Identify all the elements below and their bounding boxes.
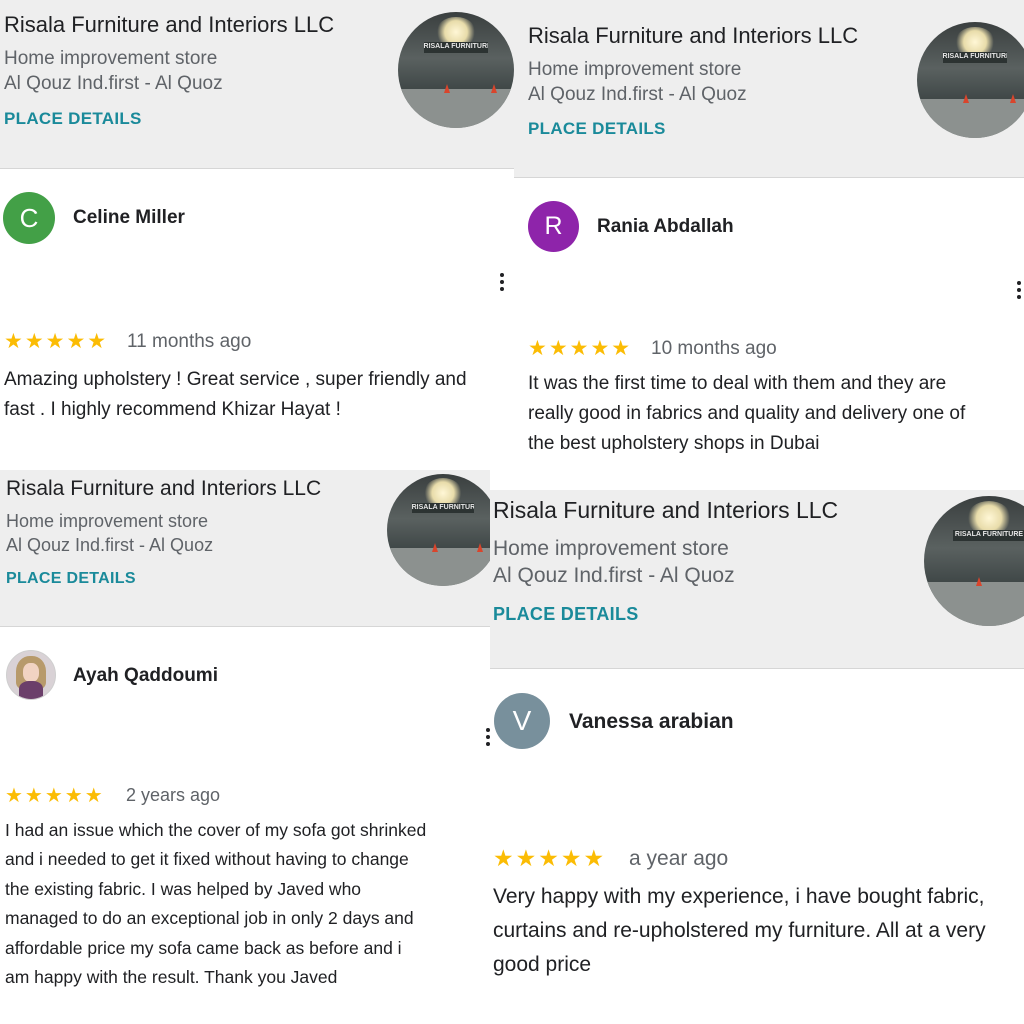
floor: [398, 88, 514, 128]
reviewer-name[interactable]: Vanessa arabian: [569, 710, 734, 734]
review-time: 11 months ago: [127, 331, 252, 352]
place-header: Risala Furniture and Interiors LLC Home …: [490, 490, 1024, 669]
avatar[interactable]: [6, 650, 56, 700]
review-card: Risala Furniture and Interiors LLC Home …: [490, 490, 1024, 1024]
traffic-cone-icon: [1009, 93, 1016, 103]
place-details-link[interactable]: PLACE DETAILS: [528, 119, 666, 139]
review-time: a year ago: [629, 847, 729, 870]
place-details-link[interactable]: PLACE DETAILS: [4, 109, 142, 129]
review-text-line: I had an issue which the cover of my sof…: [5, 820, 427, 840]
place-header: Risala Furniture and Interiors LLC Home …: [0, 470, 490, 627]
place-address: Al Qouz Ind.first - Al Quoz: [6, 535, 214, 555]
avatar[interactable]: R: [528, 201, 579, 252]
traffic-cone-icon: [976, 576, 982, 586]
avatar[interactable]: C: [3, 192, 55, 244]
place-details-link[interactable]: PLACE DETAILS: [493, 604, 639, 625]
review-text-line: good price: [493, 953, 592, 976]
star-rating: ★★★★★: [528, 337, 633, 360]
more-options-icon[interactable]: [1017, 281, 1021, 302]
place-photo[interactable]: RISALA FURNITURE: [917, 22, 1024, 138]
store-sign: RISALA FURNITURE: [952, 529, 1024, 542]
reviewer-name[interactable]: Celine Miller: [73, 207, 185, 229]
reviewer-name[interactable]: Rania Abdallah: [597, 216, 734, 238]
store-sign: RISALA FURNITURE: [423, 42, 489, 53]
avatar[interactable]: V: [494, 693, 550, 749]
star-rating: ★★★★★: [4, 330, 109, 353]
place-category: Home improvement store: [6, 511, 209, 531]
review-text: I had an issue which the cover of my sof…: [5, 816, 426, 992]
review-text-line: the existing fabric. I was helped by Jav…: [5, 878, 362, 899]
place-name: Risala Furniture and Interiors LLC: [493, 497, 839, 523]
place-category: Home improvement store: [4, 48, 218, 69]
place-photo[interactable]: RISALA FURNITURE: [924, 496, 1024, 626]
store-sign: RISALA FURNITURE: [942, 52, 1008, 63]
review-card: Risala Furniture and Interiors LLC Home …: [0, 0, 514, 470]
traffic-cone-icon: [490, 83, 497, 93]
review-time: 2 years ago: [126, 785, 221, 805]
place-category: Home improvement store: [528, 59, 742, 80]
traffic-cone-icon: [431, 543, 438, 553]
more-options-icon[interactable]: [500, 273, 504, 294]
place-category: Home improvement store: [493, 537, 729, 560]
star-rating: ★★★★★: [5, 785, 105, 807]
floor: [387, 547, 490, 586]
review-text-line: the best upholstery shops in Dubai: [528, 433, 820, 454]
place-address: Al Qouz Ind.first - Al Quoz: [528, 84, 747, 105]
review-text-line: and i needed to get it fixed without hav…: [5, 849, 409, 870]
review-text-line: fast . I highly recommend Khizar Hayat !: [4, 399, 341, 420]
review-text: Amazing upholstery ! Great service , sup…: [4, 365, 467, 425]
floor: [924, 581, 1024, 626]
review-text-line: affordable price my sofa came back as be…: [5, 937, 402, 958]
place-address: Al Qouz Ind.first - Al Quoz: [493, 564, 735, 587]
store-sign: RISALA FURNITURE: [411, 503, 475, 514]
review-card: Risala Furniture and Interiors LLC Home …: [0, 470, 490, 1024]
review-text-line: It was the first time to deal with them …: [528, 373, 947, 394]
review-text-line: Very happy with my experience, i have bo…: [493, 885, 985, 908]
review-text: It was the first time to deal with them …: [528, 369, 965, 459]
star-rating: ★★★★★: [493, 845, 607, 871]
review-text-line: curtains and re-upholstered my furniture…: [493, 919, 986, 942]
place-address: Al Qouz Ind.first - Al Quoz: [4, 73, 223, 94]
place-header: Risala Furniture and Interiors LLC Home …: [0, 0, 514, 169]
traffic-cone-icon: [963, 93, 970, 103]
place-name: Risala Furniture and Interiors LLC: [528, 23, 859, 48]
review-card: Risala Furniture and Interiors LLC Home …: [514, 0, 1024, 476]
place-name: Risala Furniture and Interiors LLC: [4, 12, 335, 37]
traffic-cone-icon: [476, 543, 483, 553]
review-text: Very happy with my experience, i have bo…: [493, 880, 986, 982]
review-time: 10 months ago: [651, 338, 777, 359]
review-text-line: really good in fabrics and quality and d…: [528, 403, 966, 424]
place-photo[interactable]: RISALA FURNITURE: [398, 12, 514, 128]
traffic-cone-icon: [444, 83, 451, 93]
reviewer-name[interactable]: Ayah Qaddoumi: [73, 665, 218, 687]
avatar-scarf: [18, 680, 44, 699]
place-photo[interactable]: RISALA FURNITURE: [387, 474, 490, 586]
review-text-line: Amazing upholstery ! Great service , sup…: [4, 369, 467, 390]
place-name: Risala Furniture and Interiors LLC: [6, 477, 322, 500]
avatar-face: [23, 663, 39, 682]
review-text-line: managed to do an exceptional job in only…: [5, 908, 414, 929]
place-header: Risala Furniture and Interiors LLC Home …: [514, 0, 1024, 178]
place-details-link[interactable]: PLACE DETAILS: [6, 570, 136, 588]
review-text-line: am happy with the result. Thank you Jave…: [5, 967, 338, 988]
floor: [917, 98, 1024, 138]
